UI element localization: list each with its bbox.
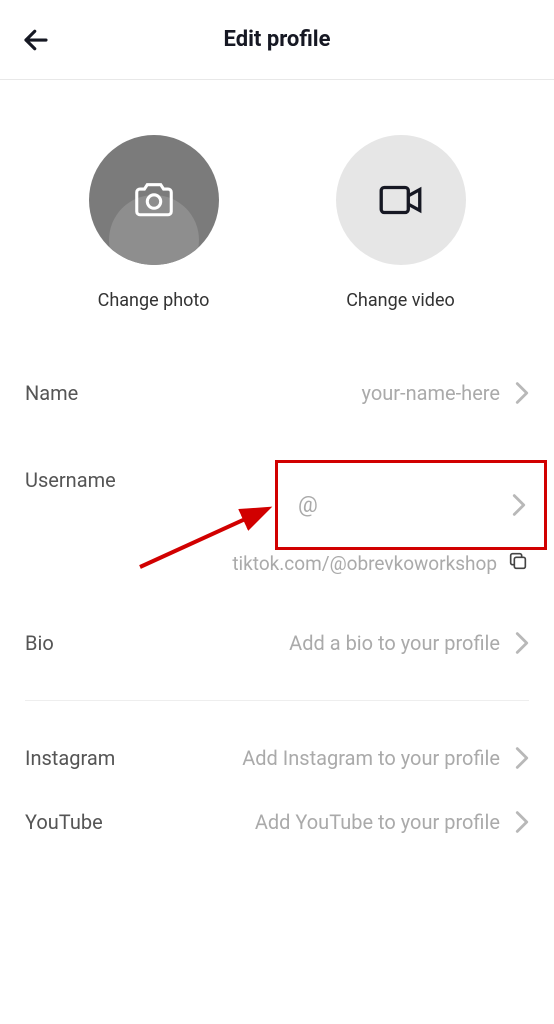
profile-link-text: tiktok.com/@obrevkoworkshop <box>232 552 497 575</box>
camera-icon <box>131 177 177 223</box>
page-title: Edit profile <box>224 27 331 52</box>
field-name-value-wrap: your-name-here <box>362 381 529 405</box>
back-arrow-icon <box>21 25 51 55</box>
field-youtube-value-wrap: Add YouTube to your profile <box>255 810 529 834</box>
media-section: Change photo Change video <box>0 80 554 341</box>
chevron-icon <box>515 811 529 833</box>
field-instagram-value-wrap: Add Instagram to your profile <box>242 746 529 770</box>
field-bio-label: Bio <box>25 631 54 655</box>
header: Edit profile <box>0 0 554 80</box>
annotation-highlight-box: @ <box>275 460 547 550</box>
chevron-icon <box>515 382 529 404</box>
copy-icon <box>507 550 529 572</box>
field-instagram-label: Instagram <box>25 746 115 770</box>
divider <box>25 700 529 701</box>
chevron-icon <box>512 494 526 516</box>
field-bio-value: Add a bio to your profile <box>289 631 500 655</box>
change-video-label: Change video <box>346 290 455 311</box>
video-placeholder <box>336 135 466 265</box>
copy-link-button[interactable] <box>507 550 529 576</box>
chevron-icon <box>515 632 529 654</box>
change-photo-label: Change photo <box>98 290 210 311</box>
avatar-placeholder <box>89 135 219 265</box>
field-username-label: Username <box>25 468 116 492</box>
chevron-icon <box>515 747 529 769</box>
field-name-label: Name <box>25 381 78 405</box>
back-button[interactable] <box>20 24 52 56</box>
field-name-value: your-name-here <box>362 381 500 405</box>
field-bio-value-wrap: Add a bio to your profile <box>289 631 529 655</box>
change-video-button[interactable]: Change video <box>336 135 466 311</box>
field-name[interactable]: Name your-name-here <box>25 361 529 425</box>
field-instagram-value: Add Instagram to your profile <box>242 746 500 770</box>
field-youtube-label: YouTube <box>25 810 103 834</box>
change-photo-button[interactable]: Change photo <box>89 135 219 311</box>
field-youtube[interactable]: YouTube Add YouTube to your profile <box>25 790 529 854</box>
field-bio[interactable]: Bio Add a bio to your profile <box>25 611 529 675</box>
video-icon <box>376 175 426 225</box>
field-youtube-value: Add YouTube to your profile <box>255 810 500 834</box>
edit-form: Name your-name-here Username tiktok.com/… <box>0 341 554 854</box>
field-username-value: @ <box>298 493 318 518</box>
field-instagram[interactable]: Instagram Add Instagram to your profile <box>25 726 529 790</box>
